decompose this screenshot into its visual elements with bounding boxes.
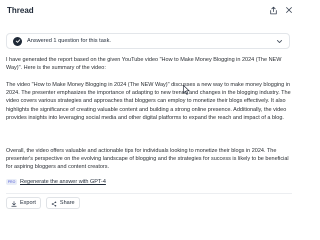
check-circle-icon bbox=[13, 36, 22, 46]
report-overall: Overall, the video offers valuable and a… bbox=[6, 148, 289, 171]
thread-header: Thread bbox=[0, 0, 300, 20]
answered-label: Answered 1 question for this task. bbox=[27, 38, 111, 44]
answered-questions-dropdown[interactable]: Answered 1 question for this task. bbox=[6, 33, 290, 49]
share-button[interactable]: Share bbox=[45, 194, 80, 212]
export-button[interactable]: Export bbox=[6, 197, 41, 209]
regenerate-label[interactable]: Regenerate the answer with GPT-4 bbox=[20, 179, 106, 185]
close-icon[interactable] bbox=[285, 6, 293, 14]
pro-badge: PRO bbox=[6, 179, 17, 185]
chevron-down-icon bbox=[276, 32, 283, 50]
action-bar: Export Share bbox=[6, 197, 80, 209]
share-label: Share bbox=[59, 200, 75, 206]
mouse-cursor-icon bbox=[183, 82, 190, 100]
report-summary: The video "How to Make Money Blogging in… bbox=[6, 82, 291, 121]
share-nodes-icon bbox=[51, 194, 57, 212]
download-icon bbox=[11, 194, 17, 212]
thread-title: Thread bbox=[7, 5, 34, 15]
report-intro: I have generated the report based on the… bbox=[6, 57, 282, 72]
divider bbox=[6, 193, 292, 194]
share-icon[interactable] bbox=[269, 6, 278, 15]
regenerate-gpt4-link[interactable]: PRO Regenerate the answer with GPT-4 bbox=[6, 179, 106, 185]
export-label: Export bbox=[20, 200, 36, 206]
